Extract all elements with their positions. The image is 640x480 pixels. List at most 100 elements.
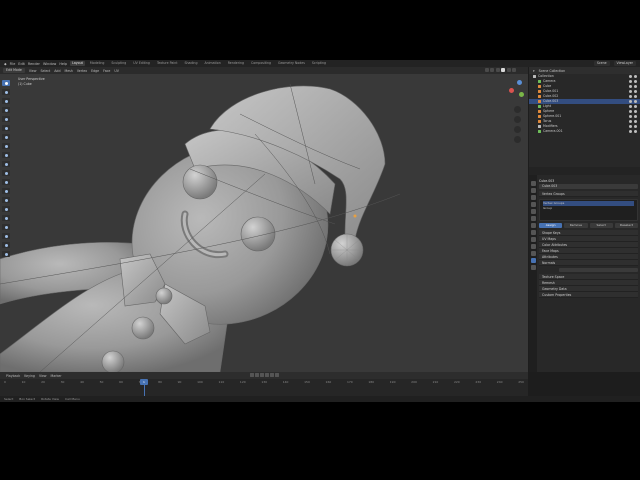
tab-scripting[interactable]: Scripting (310, 61, 328, 66)
material-tab-icon[interactable] (530, 265, 536, 270)
mesh-name-field[interactable]: Cube.003 (539, 184, 638, 189)
timeline-ruler[interactable]: 0102030405060708090100110120130140150160… (0, 380, 528, 386)
camera-render-icon[interactable] (634, 75, 637, 78)
camera-render-icon[interactable] (634, 95, 637, 98)
tab-shading[interactable]: Shading (183, 61, 200, 66)
constraints-tab-icon[interactable] (530, 251, 536, 256)
measure-tool-icon[interactable] (2, 143, 10, 149)
shrink-tool-icon[interactable] (2, 233, 10, 239)
tab-modeling[interactable]: Modeling (88, 61, 107, 66)
camera-render-icon[interactable] (634, 110, 637, 113)
select-tool-icon[interactable] (2, 80, 10, 86)
eye-icon[interactable] (629, 90, 632, 93)
poly-build-tool-icon[interactable] (2, 197, 10, 203)
mesh-data-tab-icon[interactable] (530, 258, 536, 263)
menu-window[interactable]: Window (43, 62, 56, 66)
bevel-tool-icon[interactable] (2, 170, 10, 176)
navigation-gizmo[interactable] (505, 76, 527, 146)
tab-compositing[interactable]: Compositing (249, 61, 273, 66)
zoom-icon[interactable] (514, 106, 521, 113)
vp-menu-face[interactable]: Face (103, 69, 110, 73)
material-shading-icon[interactable] (506, 68, 511, 72)
knife-tool-icon[interactable] (2, 188, 10, 194)
tool-tab-icon[interactable] (530, 181, 536, 186)
spin-tool-icon[interactable] (2, 206, 10, 212)
eye-icon[interactable] (629, 105, 632, 108)
camera-render-icon[interactable] (634, 100, 637, 103)
play-reverse-icon[interactable] (260, 373, 264, 377)
solid-shading-icon[interactable] (501, 68, 505, 72)
prev-key-icon[interactable] (255, 373, 259, 377)
eye-icon[interactable] (629, 130, 632, 133)
camera-render-icon[interactable] (634, 105, 637, 108)
vp-menu-add[interactable]: Add (54, 69, 60, 73)
rip-tool-icon[interactable] (2, 251, 10, 257)
deselect-button[interactable]: Deselect (614, 223, 638, 228)
vp-menu-uv[interactable]: UV (114, 69, 119, 73)
cursor-tool-icon[interactable] (2, 89, 10, 95)
jump-end-icon[interactable] (275, 373, 279, 377)
menu-edit[interactable]: Edit (18, 62, 25, 66)
camera-render-icon[interactable] (634, 115, 637, 118)
particles-tab-icon[interactable] (530, 237, 536, 242)
vp-menu-mesh[interactable]: Mesh (64, 69, 72, 73)
pan-icon[interactable] (514, 116, 521, 123)
jump-start-icon[interactable] (250, 373, 254, 377)
inset-tool-icon[interactable] (2, 161, 10, 167)
annotate-tool-icon[interactable] (2, 134, 10, 140)
physics-tab-icon[interactable] (530, 244, 536, 249)
camera-render-icon[interactable] (634, 85, 637, 88)
tab-rendering[interactable]: Rendering (226, 61, 246, 66)
object-tab-icon[interactable] (530, 223, 536, 228)
eye-icon[interactable] (629, 80, 632, 83)
camera-render-icon[interactable] (634, 125, 637, 128)
remove-button[interactable]: Remove (564, 223, 588, 228)
menu-render[interactable]: Render (28, 62, 40, 66)
tab-layout[interactable]: Layout (70, 61, 85, 66)
camera-render-icon[interactable] (634, 90, 637, 93)
3d-viewport[interactable]: User Perspective (1) Cube (0, 74, 528, 372)
vertex-group-list[interactable]: Vertex Groups Group (539, 199, 638, 221)
xray-icon[interactable] (490, 68, 494, 72)
view-layer-tab-icon[interactable] (530, 202, 536, 207)
eye-icon[interactable] (629, 95, 632, 98)
rendered-shading-icon[interactable] (512, 68, 516, 72)
view-layer-selector[interactable]: ViewLayer (613, 61, 636, 66)
camera-render-icon[interactable] (634, 80, 637, 83)
eye-icon[interactable] (629, 75, 632, 78)
wireframe-shading-icon[interactable] (495, 68, 500, 72)
tab-geometry-nodes[interactable]: Geometry Nodes (276, 61, 307, 66)
shear-tool-icon[interactable] (2, 242, 10, 248)
timeline-menu-marker[interactable]: Marker (51, 374, 62, 378)
eye-icon[interactable] (629, 120, 632, 123)
auto-smooth-slider[interactable] (559, 268, 638, 272)
camera-view-icon[interactable] (514, 126, 521, 133)
vp-menu-view[interactable]: View (29, 69, 37, 73)
menu-file[interactable]: File (10, 62, 16, 66)
list-item[interactable]: Group (543, 206, 634, 211)
section-normals[interactable]: Normals (539, 260, 638, 266)
world-tab-icon[interactable] (530, 216, 536, 221)
scene-tab-icon[interactable] (530, 209, 536, 214)
render-tab-icon[interactable] (530, 188, 536, 193)
vp-menu-vertex[interactable]: Vertex (77, 69, 87, 73)
blender-logo-icon[interactable]: ◆ (4, 62, 7, 66)
modifier-tab-icon[interactable] (530, 230, 536, 235)
perspective-toggle-icon[interactable] (514, 136, 521, 143)
y-axis-icon[interactable] (519, 92, 524, 97)
tab-animation[interactable]: Animation (202, 61, 222, 66)
timeline-menu-playback[interactable]: Playback (6, 374, 20, 378)
extrude-tool-icon[interactable] (2, 152, 10, 158)
camera-render-icon[interactable] (634, 120, 637, 123)
eye-icon[interactable] (629, 100, 632, 103)
outliner-filter-icon[interactable]: ▾ (533, 69, 535, 73)
x-axis-icon[interactable] (509, 88, 514, 93)
eye-icon[interactable] (629, 125, 632, 128)
tab-texture-paint[interactable]: Texture Paint (155, 61, 180, 66)
timeline-menu-keying[interactable]: Keying (24, 374, 35, 378)
select-button[interactable]: Select (589, 223, 613, 228)
eye-icon[interactable] (629, 110, 632, 113)
edge-slide-tool-icon[interactable] (2, 224, 10, 230)
vp-menu-edge[interactable]: Edge (91, 69, 99, 73)
overlay-icon[interactable] (484, 68, 489, 72)
